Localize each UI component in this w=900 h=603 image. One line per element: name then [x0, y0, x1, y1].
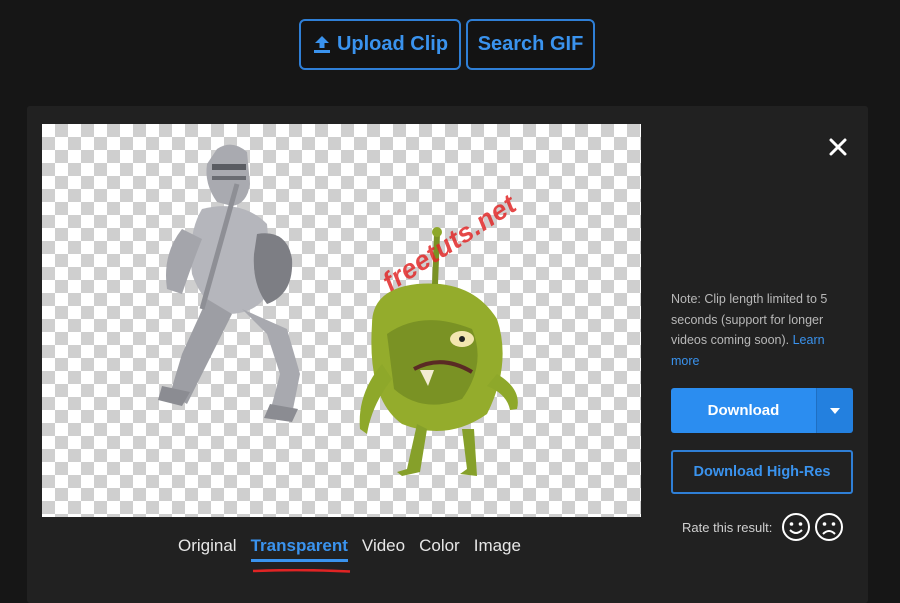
knight-figure: [158, 144, 300, 422]
view-tabs: Original Transparent Video Color Image: [178, 536, 521, 562]
result-panel: freetuts.net Original Transparent Video …: [27, 106, 868, 603]
download-high-res-button[interactable]: Download High-Res: [671, 450, 853, 494]
smile-icon[interactable]: [781, 512, 811, 542]
download-options-button[interactable]: [816, 388, 853, 433]
download-button-group: Download: [671, 388, 853, 433]
search-gif-button[interactable]: Search GIF: [466, 19, 595, 70]
chevron-down-icon: [830, 407, 840, 414]
tab-image[interactable]: Image: [474, 536, 521, 560]
upload-clip-button[interactable]: Upload Clip: [299, 19, 461, 70]
download-button[interactable]: Download: [671, 388, 816, 433]
tab-original[interactable]: Original: [178, 536, 237, 560]
rate-label: Rate this result:: [682, 519, 773, 535]
red-annotation-underline: [252, 569, 351, 573]
close-button[interactable]: [827, 136, 849, 158]
rate-result: Rate this result:: [682, 512, 844, 542]
tab-video[interactable]: Video: [362, 536, 405, 560]
close-icon: [829, 138, 847, 156]
upload-clip-label: Upload Clip: [336, 33, 449, 55]
search-gif-label: Search GIF: [477, 33, 584, 55]
upload-icon: [312, 35, 332, 55]
clip-length-note: Note: Clip length limited to 5 seconds (…: [671, 289, 841, 371]
frown-icon[interactable]: [814, 512, 844, 542]
preview-image: [158, 144, 518, 476]
tab-color[interactable]: Color: [419, 536, 460, 560]
page: Upload Clip Search GIF freetuts.net Orig…: [0, 0, 900, 603]
tab-transparent[interactable]: Transparent: [250, 536, 349, 562]
top-toolbar: Upload Clip Search GIF: [299, 19, 595, 70]
transparent-preview: freetuts.net: [42, 124, 641, 517]
